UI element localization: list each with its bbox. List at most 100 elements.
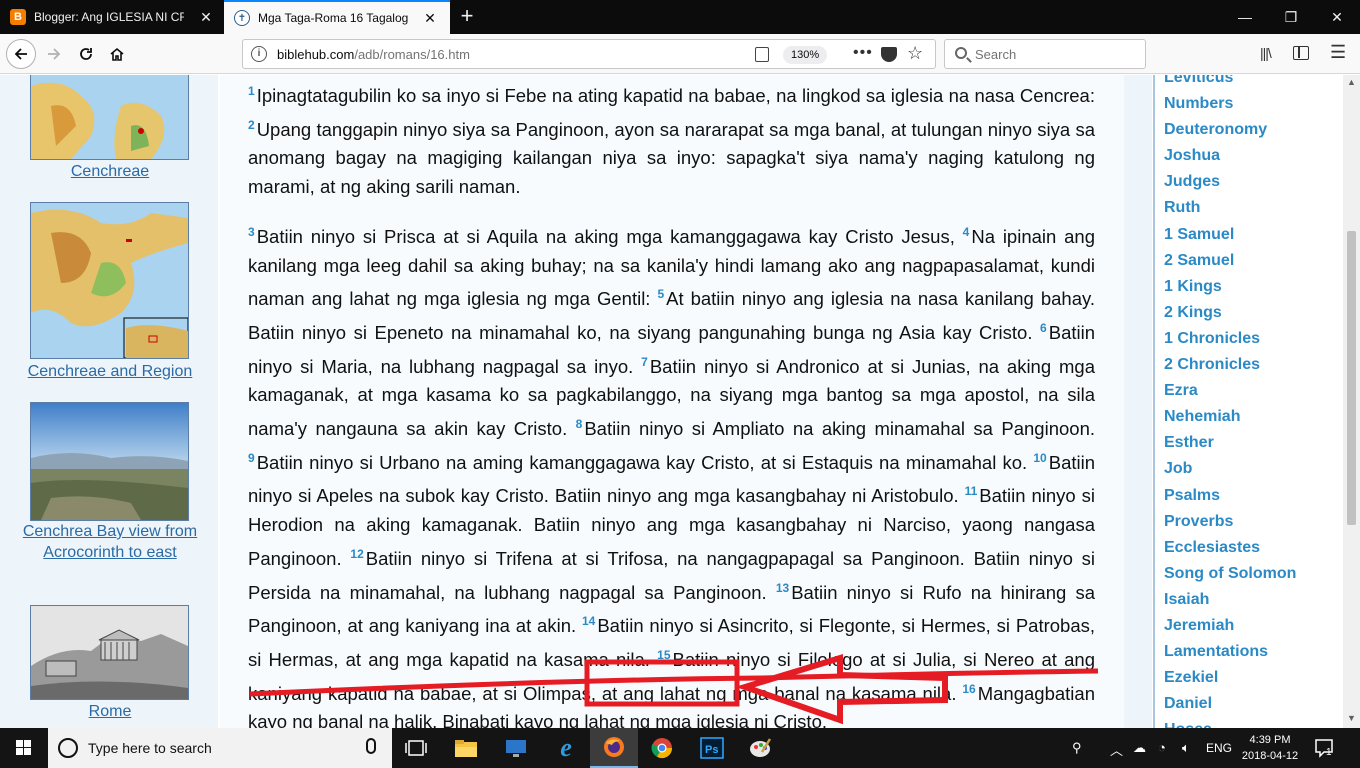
caption-cenchreae-region[interactable]: Cenchreae and Region [22, 361, 198, 382]
action-center-button[interactable]: 1 [1314, 737, 1336, 759]
book-link[interactable]: 2 Kings [1164, 300, 1296, 326]
reader-view-icon[interactable] [755, 47, 769, 62]
book-link[interactable]: 1 Kings [1164, 274, 1296, 300]
book-link[interactable]: Ezra [1164, 378, 1296, 404]
sidebar-toggle-icon[interactable] [1293, 46, 1309, 60]
scroll-up-icon[interactable]: ▲ [1347, 77, 1356, 87]
library-icon[interactable]: |||\ [1260, 45, 1272, 61]
verse-number[interactable]: 16 [962, 682, 975, 696]
pocket-icon[interactable] [881, 47, 897, 62]
show-hidden-icons-icon[interactable]: ︿ [1110, 740, 1123, 759]
verse-number[interactable]: 13 [776, 581, 789, 595]
tab-romans[interactable]: ✝ Mga Taga-Roma 16 Tagalog: An ✕ [224, 0, 450, 34]
onedrive-icon[interactable]: ☁ [1133, 740, 1146, 756]
firefox-icon[interactable] [590, 728, 638, 768]
file-explorer-icon[interactable] [442, 728, 490, 768]
home-button[interactable] [103, 40, 131, 68]
book-link[interactable]: Isaiah [1164, 587, 1296, 613]
caption-cenchrea-bay[interactable]: Cenchrea Bay view from Acrocorinth to ea… [22, 521, 198, 563]
verse-number[interactable]: 4 [963, 225, 970, 239]
language-indicator[interactable]: ENG [1206, 741, 1232, 755]
verse-number[interactable]: 6 [1040, 321, 1047, 335]
url-text[interactable]: biblehub.com/adb/romans/16.htm [277, 47, 470, 62]
verse-number[interactable]: 3 [248, 225, 255, 239]
forward-button[interactable] [40, 40, 68, 68]
book-link[interactable]: Leviticus [1164, 75, 1296, 91]
book-link[interactable]: Ecclesiastes [1164, 535, 1296, 561]
book-link[interactable]: Job [1164, 456, 1296, 482]
chrome-icon[interactable] [638, 728, 686, 768]
book-link[interactable]: Proverbs [1164, 509, 1296, 535]
zoom-level[interactable]: 130% [783, 46, 828, 64]
book-link[interactable]: Judges [1164, 169, 1296, 195]
book-link[interactable]: Deuteronomy [1164, 117, 1296, 143]
caption-rome[interactable]: Rome [22, 701, 198, 722]
verse-number[interactable]: 5 [657, 287, 664, 301]
book-link[interactable]: Psalms [1164, 483, 1296, 509]
blogger-icon: B [10, 9, 26, 25]
verse-number[interactable]: 7 [641, 355, 648, 369]
task-view-icon[interactable] [392, 728, 440, 768]
reload-button[interactable] [72, 40, 100, 68]
scroll-down-icon[interactable]: ▼ [1347, 713, 1356, 723]
caption-cenchreae[interactable]: Cenchreae [22, 161, 198, 182]
taskbar-search-box[interactable]: Type here to search [48, 728, 392, 768]
book-link[interactable]: Jeremiah [1164, 613, 1296, 639]
verse-number[interactable]: 12 [350, 547, 363, 561]
restore-icon[interactable]: ❐ [1268, 0, 1314, 34]
map-cenchreae-region[interactable] [30, 202, 189, 359]
verse-number[interactable]: 9 [248, 451, 255, 465]
bookmark-star-icon[interactable]: ☆ [907, 43, 923, 64]
book-link[interactable]: Hosea [1164, 717, 1296, 728]
hamburger-menu-icon[interactable]: ☰ [1330, 42, 1346, 63]
monitor-glyph [506, 740, 526, 757]
paint-icon[interactable] [736, 728, 784, 768]
engraving-rome[interactable] [30, 605, 189, 700]
book-link[interactable]: Ezekiel [1164, 665, 1296, 691]
start-button[interactable] [0, 728, 48, 768]
internet-explorer-icon[interactable]: e [542, 728, 590, 768]
book-link[interactable]: Lamentations [1164, 639, 1296, 665]
close-window-icon[interactable]: ✕ [1314, 0, 1360, 34]
verse-number[interactable]: 10 [1033, 451, 1046, 465]
info-icon[interactable]: i [251, 46, 267, 62]
book-link[interactable]: 1 Chronicles [1164, 326, 1296, 352]
verse-number[interactable]: 14 [582, 614, 595, 628]
verse-number[interactable]: 2 [248, 118, 255, 132]
address-bar[interactable]: i biblehub.com/adb/romans/16.htm 130% ••… [242, 39, 936, 69]
search-input[interactable]: Search [944, 39, 1146, 69]
people-icon[interactable]: ⚲ [1072, 740, 1082, 756]
book-link[interactable]: Numbers [1164, 91, 1296, 117]
scroll-thumb[interactable] [1347, 231, 1356, 525]
verse-number[interactable]: 11 [965, 484, 978, 498]
close-tab-icon[interactable]: ✕ [198, 9, 214, 26]
book-link[interactable]: Esther [1164, 430, 1296, 456]
verse-number[interactable]: 1 [248, 84, 255, 98]
book-link[interactable]: 2 Chronicles [1164, 352, 1296, 378]
clock[interactable]: 4:39 PM 2018-04-12 [1240, 732, 1300, 764]
book-link[interactable]: Nehemiah [1164, 404, 1296, 430]
book-link[interactable]: Daniel [1164, 691, 1296, 717]
new-tab-button[interactable]: + [454, 4, 480, 30]
back-button[interactable] [6, 39, 36, 69]
book-link[interactable]: Ruth [1164, 195, 1296, 221]
verse-number[interactable]: 15 [657, 648, 670, 662]
book-link[interactable]: 1 Samuel [1164, 222, 1296, 248]
book-link[interactable]: Joshua [1164, 143, 1296, 169]
desktop-app-icon[interactable] [492, 728, 540, 768]
book-link[interactable]: Song of Solomon [1164, 561, 1296, 587]
minimize-icon[interactable]: — [1222, 0, 1268, 34]
volume-icon[interactable]: 🔈︎ [1182, 740, 1190, 756]
photoshop-icon[interactable]: Ps [688, 728, 736, 768]
close-tab-icon[interactable]: ✕ [422, 10, 438, 27]
vertical-scrollbar[interactable]: ▲ ▼ [1343, 75, 1360, 728]
verse-number[interactable]: 8 [576, 417, 583, 431]
map-cenchreae[interactable] [30, 75, 189, 160]
book-link[interactable]: 2 Samuel [1164, 248, 1296, 274]
tab-blogger[interactable]: B Blogger: Ang IGLESIA NI CRISTO ✕ [0, 0, 222, 34]
microphone-icon[interactable] [366, 738, 376, 754]
photo-cenchrea-bay[interactable] [30, 402, 189, 521]
network-icon[interactable]: ◔ [1158, 740, 1166, 755]
search-placeholder: Search [975, 47, 1017, 62]
page-actions-icon[interactable]: ••• [853, 44, 873, 62]
